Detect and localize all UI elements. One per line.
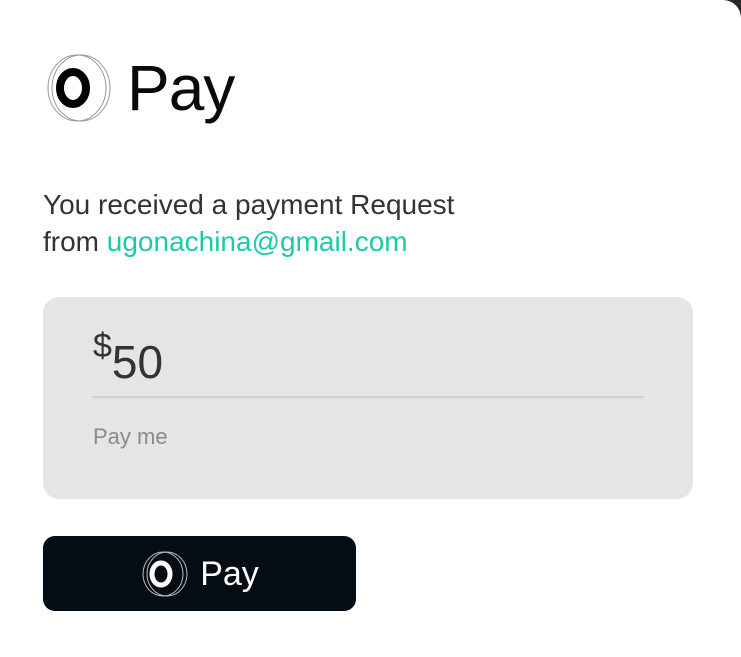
amount-value: 50 <box>111 336 164 388</box>
ring-logo-icon <box>142 551 188 596</box>
request-message-line2: from ugonachina@gmail.com <box>43 223 454 260</box>
from-prefix: from <box>43 226 107 257</box>
request-message-line1: You received a payment Request <box>43 189 455 220</box>
request-message: You received a payment Request from ugon… <box>43 186 454 260</box>
currency-symbol: $ <box>93 327 112 365</box>
brand-logo: Pay <box>43 52 235 124</box>
amount-display: $ 50 <box>93 329 163 385</box>
pay-button-label: Pay <box>200 554 259 593</box>
payment-request-card: Pay You received a payment Request from … <box>0 0 741 657</box>
amount-panel: $ 50 Pay me <box>43 297 693 499</box>
brand-name: Pay <box>127 52 235 124</box>
amount-divider <box>93 396 643 398</box>
payment-note: Pay me <box>93 424 168 449</box>
pay-button[interactable]: Pay <box>43 536 356 611</box>
ring-logo-icon <box>47 54 111 122</box>
requester-email-link[interactable]: ugonachina@gmail.com <box>107 226 408 257</box>
